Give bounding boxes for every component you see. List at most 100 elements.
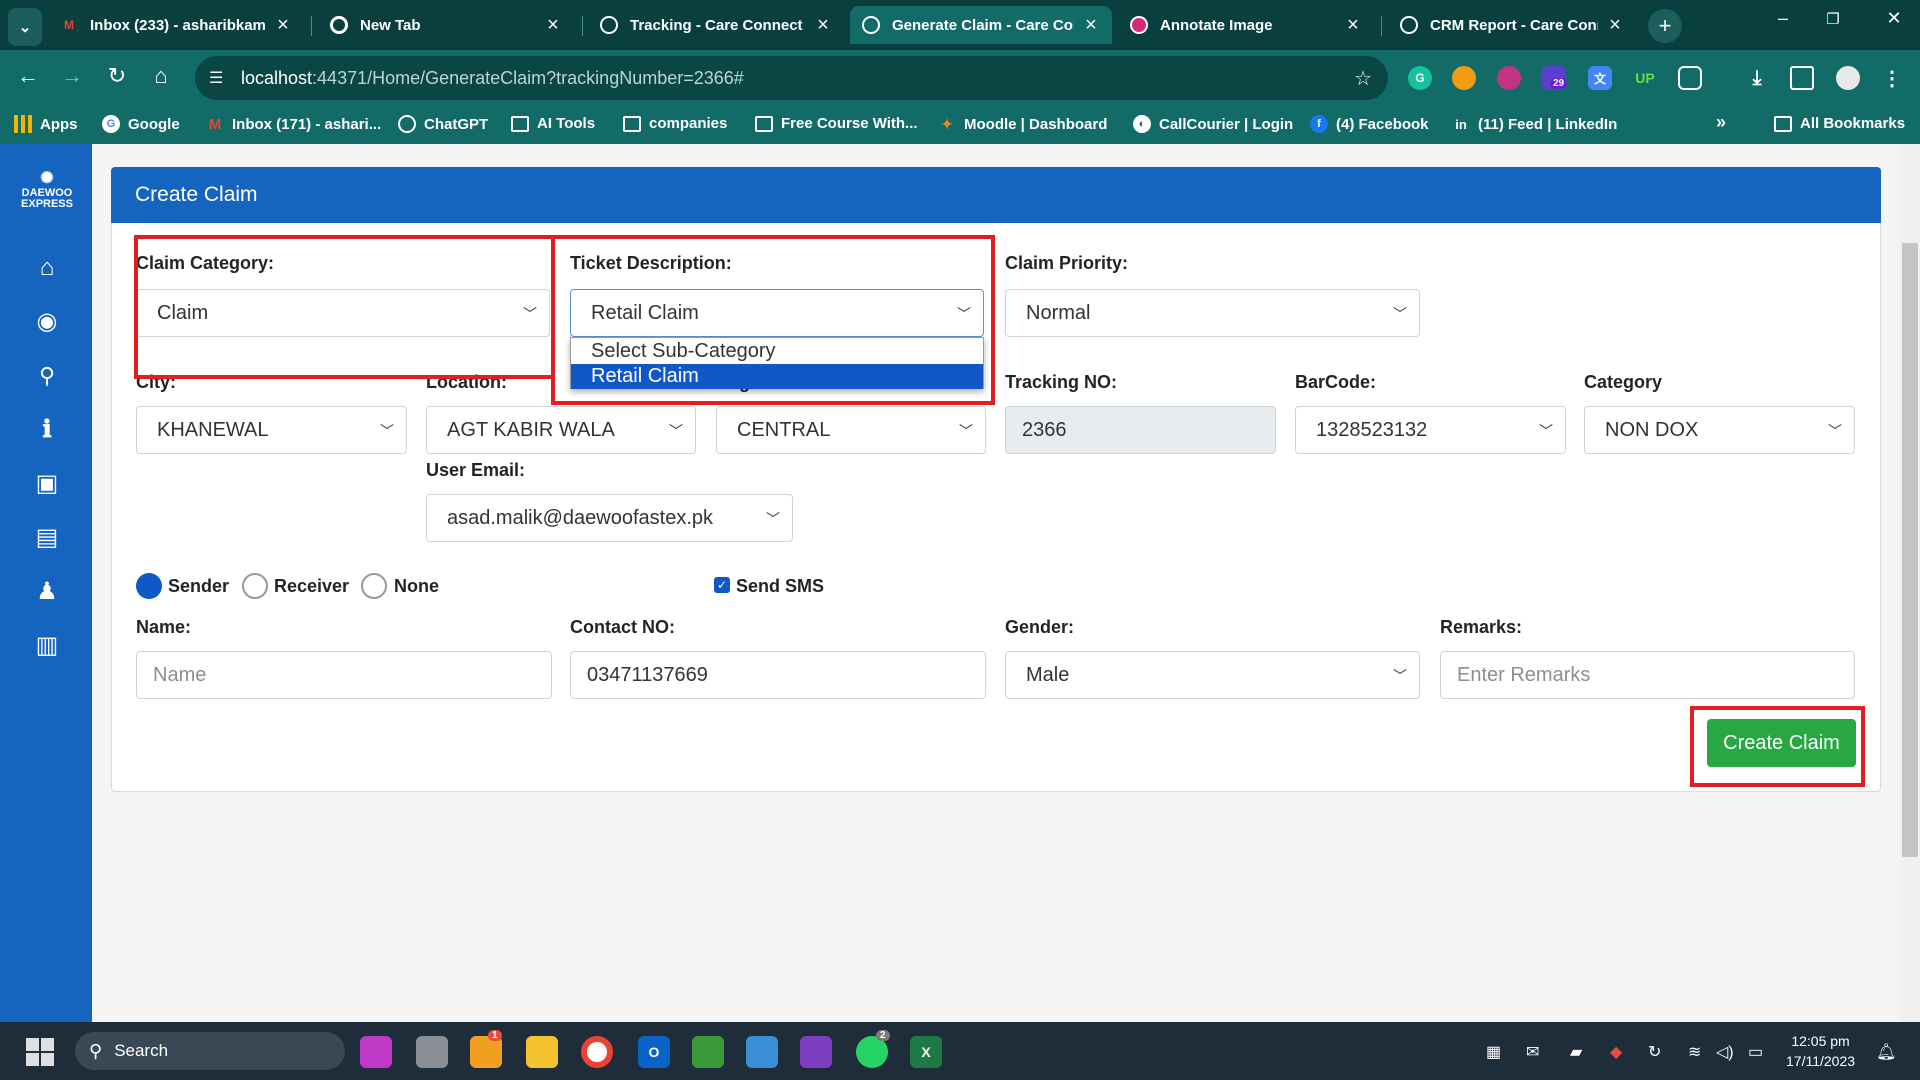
extension-badge-icon[interactable]: 29 [1542,66,1568,90]
tab-annotate-image[interactable]: Annotate Image × [1118,6,1374,44]
upwork-icon[interactable]: UP [1633,66,1657,90]
sender-radio[interactable] [136,573,162,599]
user-email-select[interactable]: asad.malik@daewoofastex.pk ﹀ [426,494,793,542]
tray-outlook-icon[interactable]: ✉ [1526,1042,1539,1062]
tray-app-icon[interactable]: ▦ [1486,1042,1501,1062]
contact-card-icon[interactable]: ▣ [30,469,64,499]
tab-tracking[interactable]: Tracking - Care Connect × [588,6,844,44]
bookmark-inbox[interactable]: M Inbox (171) - ashari... [206,115,381,133]
forward-button[interactable]: → [57,63,87,89]
taskbar-clock[interactable]: 12:05 pm 17/11/2023 [1786,1031,1855,1071]
bookmark-free-course[interactable]: Free Course With... [755,115,918,132]
menu-kebab-icon[interactable]: ⋮ [1880,66,1904,90]
reload-button[interactable]: ↻ [102,63,132,89]
remarks-input[interactable]: Enter Remarks [1440,651,1855,699]
notification-bell-icon[interactable]: 🔔︎ [1876,1042,1896,1062]
close-icon[interactable]: × [1606,14,1624,37]
outlook-icon[interactable]: O [638,1036,670,1068]
all-bookmarks-button[interactable]: All Bookmarks [1774,115,1905,132]
send-sms-checkbox[interactable]: ✓ [714,577,730,593]
region-select[interactable]: CENTRAL ﹀ [716,406,986,454]
close-icon[interactable]: × [1082,14,1100,37]
receiver-radio[interactable] [242,573,268,599]
download-icon[interactable]: ⤓ [1745,66,1769,90]
book-icon[interactable]: ▥ [30,631,64,661]
profile-avatar[interactable] [1836,66,1860,90]
close-icon[interactable]: × [544,14,562,37]
bookmark-apps[interactable]: Apps [14,115,78,133]
tray-sync-icon[interactable]: ↻ [1648,1042,1661,1062]
contact-input[interactable]: 03471137669 [570,651,986,699]
city-select[interactable]: KHANEWAL ﹀ [136,406,407,454]
close-icon[interactable]: × [274,14,292,37]
tab-new-tab[interactable]: New Tab × [318,6,574,44]
volume-icon[interactable]: ◁) [1716,1042,1734,1062]
new-tab-button[interactable]: + [1648,9,1682,43]
annotate-extension-icon[interactable] [1497,66,1521,90]
tab-crm-report[interactable]: CRM Report - Care Conne × [1388,6,1636,44]
none-radio[interactable] [361,573,387,599]
tray-folder-icon[interactable]: ▰ [1570,1042,1582,1062]
circle-dot-icon[interactable]: ◉ [30,307,64,337]
minimize-button[interactable]: – [1763,8,1803,29]
people-icon[interactable]: ♟ [30,577,64,607]
bookmark-ai-tools[interactable]: AI Tools [511,115,595,132]
barcode-select[interactable]: 1328523132 ﹀ [1295,406,1566,454]
copilot-icon[interactable] [360,1036,392,1068]
bookmark-google[interactable]: G Google [102,115,180,133]
home-button[interactable]: ⌂ [146,63,176,89]
task-view-icon[interactable] [416,1036,448,1068]
apps-grid-icon [14,115,32,133]
extension-icon[interactable] [1452,66,1476,90]
tab-gmail[interactable]: M Inbox (233) - asharibkama × [48,6,304,44]
bookmark-companies[interactable]: companies [623,115,727,132]
bookmark-star-icon[interactable]: ☆ [1354,66,1372,91]
claim-priority-select[interactable]: Normal ﹀ [1005,289,1420,337]
bookmark-facebook[interactable]: f (4) Facebook [1310,115,1429,133]
scrollbar-thumb[interactable] [1902,243,1918,857]
box-icon[interactable]: ▤ [30,523,64,553]
bookmark-callcourier[interactable]: ◐ CallCourier | Login [1133,115,1293,133]
gender-select[interactable]: Male ﹀ [1005,651,1420,699]
windows-start-icon[interactable] [24,1036,56,1068]
create-claim-button[interactable]: Create Claim [1707,719,1856,767]
extensions-puzzle-icon[interactable] [1678,66,1702,90]
category-select[interactable]: NON DOX ﹀ [1584,406,1855,454]
grammarly-icon[interactable]: G [1408,66,1432,90]
notepad-icon[interactable] [746,1036,778,1068]
bookmark-moodle[interactable]: ✦ Moodle | Dashboard [938,115,1107,133]
back-button[interactable]: ← [13,63,43,89]
tab-generate-claim[interactable]: Generate Claim - Care Cor × [850,6,1112,44]
wifi-icon[interactable]: ≋ [1688,1042,1701,1062]
close-icon[interactable]: × [814,14,832,37]
excel-icon[interactable]: X [910,1036,942,1068]
whatsapp-icon[interactable]: 2 [856,1030,890,1068]
name-input[interactable]: Name [136,651,552,699]
tab-search-button[interactable]: ⌄ [8,8,42,46]
widget-icon[interactable]: 1 [470,1030,502,1068]
taskbar-search[interactable]: ⚲ Search [75,1032,345,1070]
close-icon[interactable]: × [1344,14,1362,37]
location-select[interactable]: AGT KABIR WALA ﹀ [426,406,696,454]
snipping-tool-icon[interactable] [692,1036,724,1068]
site-settings-icon[interactable]: ☰ [209,68,223,88]
address-bar[interactable]: ☰ localhost:44371/Home/GenerateClaim?tra… [195,56,1388,100]
chrome-icon[interactable] [581,1036,613,1068]
claim-priority-label: Claim Priority: [1005,253,1129,273]
info-icon[interactable]: ℹ [30,415,64,445]
bookmark-chatgpt[interactable]: ChatGPT [398,115,488,133]
battery-icon[interactable]: ▭ [1748,1042,1763,1062]
visual-studio-icon[interactable] [800,1036,832,1068]
bookmark-linkedin[interactable]: in (11) Feed | LinkedIn [1452,115,1617,133]
close-window-button[interactable]: ✕ [1874,8,1914,29]
side-panel-icon[interactable] [1790,66,1814,90]
translate-icon[interactable]: 文 [1588,66,1612,90]
home-icon[interactable]: ⌂ [30,253,64,283]
restore-button[interactable]: ❐ [1813,10,1853,28]
more-bookmarks-button[interactable]: » [1716,112,1726,133]
search-icon[interactable]: ⚲ [30,361,64,391]
tray-anydesk-icon[interactable]: ◆ [1610,1042,1622,1062]
daewoo-express-logo[interactable]: ✺ DAEWOO EXPRESS [10,170,84,210]
tracking-input[interactable]: 2366 [1005,406,1276,454]
file-explorer-icon[interactable] [526,1036,558,1068]
